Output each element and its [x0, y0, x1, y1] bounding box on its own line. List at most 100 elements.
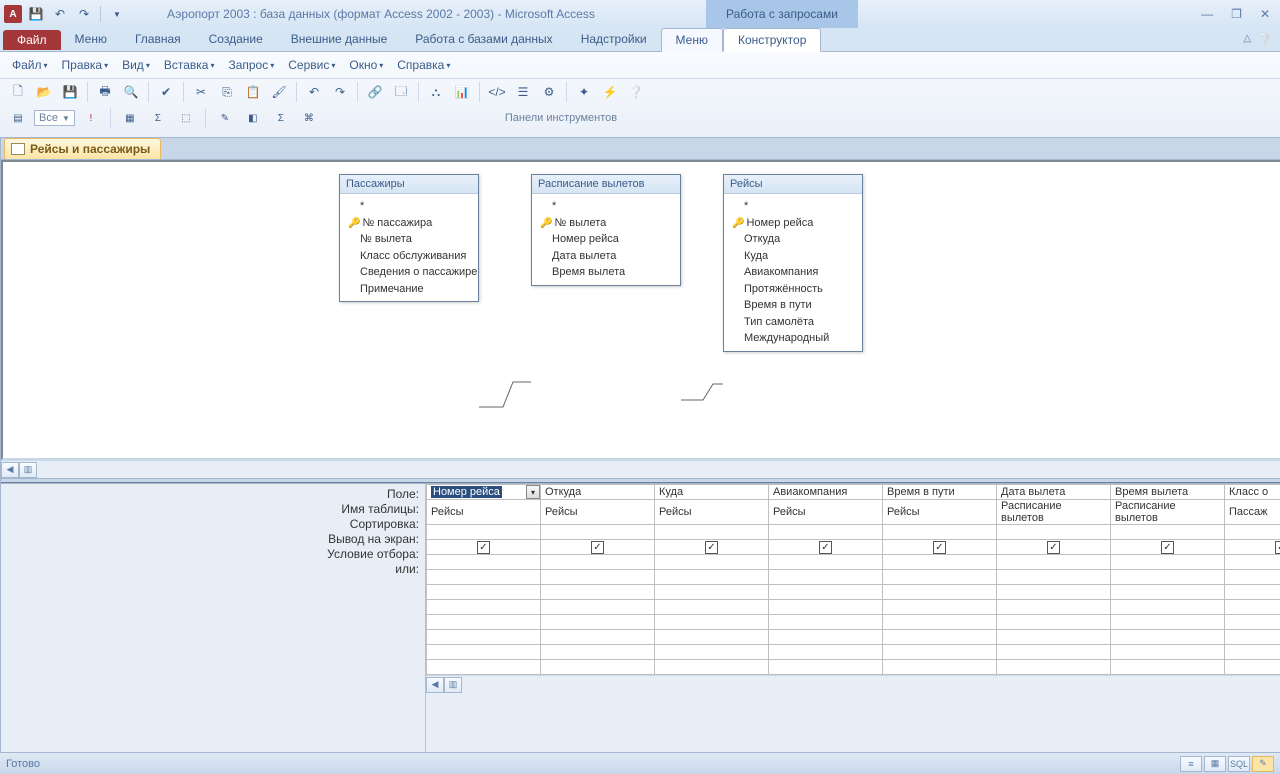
restore-icon[interactable]: ❐ [1231, 7, 1242, 21]
field-row[interactable]: * [732, 198, 854, 215]
new-icon[interactable]: 🗋 [6, 81, 30, 103]
grid-cell[interactable]: Авиакомпания [769, 485, 883, 500]
grid-columns[interactable]: Номер рейса▾ОткудаКудаАвиакомпанияВремя … [426, 484, 1280, 752]
grid-cell[interactable] [655, 660, 769, 675]
office-links-icon[interactable]: 🗔 [389, 81, 413, 103]
table-header[interactable]: Расписание вылетов [532, 175, 680, 194]
field-row[interactable]: 🔑№ вылета [540, 215, 672, 232]
grid-cell[interactable]: ✓ [997, 540, 1111, 555]
tables-diagram[interactable]: Пассажиры*🔑№ пассажира№ вылетаКласс обсл… [1, 160, 1280, 460]
print-preview-icon[interactable]: 🔍 [119, 81, 143, 103]
close-icon[interactable]: ✕ [1260, 7, 1270, 21]
grid-cell[interactable] [997, 600, 1111, 615]
grid-cell[interactable] [655, 615, 769, 630]
diagram-hscroll[interactable]: ◀ ▥ ▶ [1, 460, 1280, 478]
scroll-thumb-icon[interactable]: ▥ [444, 677, 462, 693]
grid-cell[interactable] [997, 570, 1111, 585]
qat-customize-icon[interactable]: ▼ [107, 4, 127, 24]
field-row[interactable]: 🔑№ пассажира [348, 215, 470, 232]
parameters-icon[interactable]: ⌘ [297, 107, 321, 129]
grid-cell[interactable] [997, 645, 1111, 660]
grid-cell[interactable] [655, 555, 769, 570]
grid-cell[interactable] [769, 600, 883, 615]
field-row[interactable]: № вылета [348, 231, 470, 248]
grid-cell[interactable] [1111, 615, 1225, 630]
grid-cell[interactable] [883, 660, 997, 675]
field-row[interactable]: Международный [732, 330, 854, 347]
open-icon[interactable]: 📂 [32, 81, 56, 103]
grid-cell[interactable] [1225, 645, 1280, 660]
view-icon[interactable]: ▤ [6, 107, 30, 129]
grid-cell[interactable] [427, 630, 541, 645]
table-header[interactable]: Рейсы [724, 175, 862, 194]
grid-cell[interactable] [655, 645, 769, 660]
ribbon-tab[interactable]: Меню [661, 28, 723, 52]
grid-cell[interactable]: Пассаж [1225, 500, 1280, 525]
sigma-icon[interactable]: Σ [269, 107, 293, 129]
grid-cell[interactable] [427, 555, 541, 570]
grid-cell[interactable] [769, 645, 883, 660]
totals-icon[interactable]: Σ [146, 107, 170, 129]
autoform-icon[interactable]: ⚡ [598, 81, 622, 103]
format-painter-icon[interactable]: 🖌 [267, 81, 291, 103]
ribbon-tab[interactable]: Надстройки [567, 28, 661, 51]
grid-cell[interactable] [883, 615, 997, 630]
grid-cell[interactable] [1111, 570, 1225, 585]
grid-cell[interactable] [1225, 600, 1280, 615]
field-row[interactable]: Протяжённость [732, 281, 854, 298]
grid-cell[interactable]: ✓ [541, 540, 655, 555]
grid-cell[interactable] [1111, 525, 1225, 540]
ribbon-menu[interactable]: Окно ▾ [343, 56, 389, 74]
checkbox[interactable]: ✓ [819, 541, 832, 554]
view-button[interactable]: ≡ [1180, 756, 1202, 772]
grid-cell[interactable] [427, 660, 541, 675]
grid-cell[interactable] [997, 585, 1111, 600]
code-icon[interactable]: </> [485, 81, 509, 103]
redo-icon[interactable]: ↷ [74, 4, 94, 24]
table-box[interactable]: Пассажиры*🔑№ пассажира№ вылетаКласс обсл… [339, 174, 479, 302]
grid-cell[interactable]: ✓ [1111, 540, 1225, 555]
ribbon-menu[interactable]: Вставка ▾ [158, 56, 221, 74]
redo-icon[interactable]: ↷ [328, 81, 352, 103]
ribbon-menu[interactable]: Вид ▾ [116, 56, 156, 74]
checkbox[interactable]: ✓ [1161, 541, 1174, 554]
grid-cell[interactable]: ✓ [769, 540, 883, 555]
grid-cell[interactable] [541, 555, 655, 570]
grid-cell[interactable] [1225, 525, 1280, 540]
grid-cell[interactable]: ✓ [1225, 540, 1280, 555]
save-icon[interactable]: 💾 [26, 4, 46, 24]
grid-cell[interactable] [1111, 600, 1225, 615]
grid-cell[interactable] [655, 570, 769, 585]
grid-cell[interactable] [1225, 585, 1280, 600]
grid-cell[interactable] [541, 600, 655, 615]
grid-cell[interactable] [655, 600, 769, 615]
ribbon-tab[interactable]: Главная [121, 28, 195, 51]
grid-cell[interactable]: Расписание вылетов [997, 500, 1111, 525]
print-icon[interactable]: 🖶 [93, 81, 117, 103]
field-row[interactable]: Время в пути [732, 297, 854, 314]
view-button[interactable]: ▦ [1204, 756, 1226, 772]
ribbon-tab[interactable]: Меню [61, 28, 121, 51]
checkbox[interactable]: ✓ [591, 541, 604, 554]
grid-hscroll[interactable]: ◀ ▥ ▶ [426, 675, 1280, 693]
field-row[interactable]: Класс обслуживания [348, 248, 470, 265]
field-row[interactable]: Сведения о пассажире [348, 264, 470, 281]
grid-cell[interactable] [1111, 585, 1225, 600]
view-button[interactable]: SQL [1228, 756, 1250, 772]
grid-cell[interactable] [427, 525, 541, 540]
grid-cell[interactable] [1225, 615, 1280, 630]
grid-cell[interactable] [541, 660, 655, 675]
grid-cell[interactable]: Куда [655, 485, 769, 500]
grid-cell[interactable] [1225, 555, 1280, 570]
query-type-icon[interactable]: ◧ [241, 107, 265, 129]
dropdown-icon[interactable]: ▾ [526, 485, 540, 499]
properties-icon[interactable]: ☰ [511, 81, 535, 103]
grid-cell[interactable] [769, 585, 883, 600]
undo-icon[interactable]: ↶ [302, 81, 326, 103]
cut-icon[interactable]: ✂ [189, 81, 213, 103]
undo-icon[interactable]: ↶ [50, 4, 70, 24]
grid-cell[interactable] [1111, 660, 1225, 675]
top-values-icon[interactable]: ⬚ [174, 107, 198, 129]
document-tab[interactable]: Рейсы и пассажиры [4, 138, 161, 159]
grid-cell[interactable] [1225, 570, 1280, 585]
